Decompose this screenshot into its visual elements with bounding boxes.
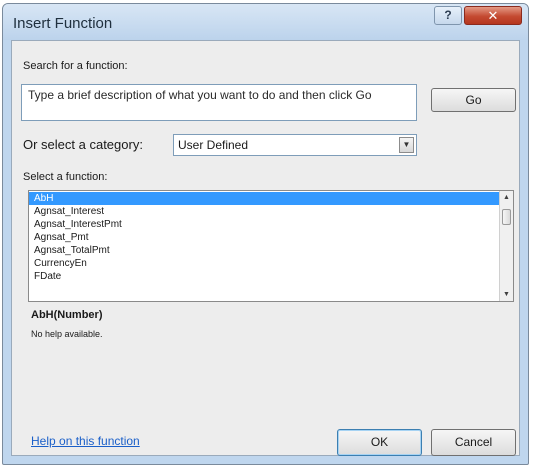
- insert-function-dialog: Insert Function ? ✕ Search for a functio…: [2, 3, 529, 465]
- function-syntax: AbH(Number): [31, 309, 103, 321]
- dialog-title: Insert Function: [13, 15, 113, 32]
- dialog-body: Search for a function: Type a brief desc…: [11, 40, 520, 456]
- title-bar[interactable]: Insert Function ? ✕: [3, 4, 528, 40]
- question-mark-icon: ?: [444, 8, 452, 22]
- function-list-label: Select a function:: [23, 171, 108, 183]
- function-list[interactable]: AbH Agnsat_Interest Agnsat_InterestPmt A…: [28, 190, 514, 302]
- help-button[interactable]: ?: [434, 6, 462, 25]
- close-icon: ✕: [487, 8, 499, 23]
- category-select[interactable]: User Defined ▼: [173, 134, 417, 156]
- category-label: Or select a category:: [23, 137, 143, 152]
- scroll-up-icon[interactable]: ▲: [500, 191, 513, 204]
- list-item-selected[interactable]: AbH: [29, 192, 499, 205]
- go-button[interactable]: Go: [431, 88, 516, 112]
- search-input[interactable]: Type a brief description of what you wan…: [21, 84, 417, 121]
- dropdown-arrow-icon[interactable]: ▼: [399, 137, 414, 153]
- list-scrollbar[interactable]: ▲ ▼: [499, 191, 513, 301]
- help-on-function-link[interactable]: Help on this function: [31, 434, 140, 448]
- search-label: Search for a function:: [23, 60, 128, 72]
- close-button[interactable]: ✕: [464, 6, 522, 25]
- function-description: No help available.: [31, 329, 103, 339]
- list-item[interactable]: Agnsat_Interest: [29, 205, 499, 218]
- cancel-button[interactable]: Cancel: [431, 429, 516, 456]
- function-list-items: AbH Agnsat_Interest Agnsat_InterestPmt A…: [29, 192, 499, 301]
- scroll-thumb[interactable]: [502, 209, 511, 225]
- list-item[interactable]: Agnsat_TotalPmt: [29, 244, 499, 257]
- list-item[interactable]: Agnsat_Pmt: [29, 231, 499, 244]
- scroll-down-icon[interactable]: ▼: [500, 288, 513, 301]
- category-value: User Defined: [178, 138, 249, 152]
- list-item[interactable]: Agnsat_InterestPmt: [29, 218, 499, 231]
- ok-button[interactable]: OK: [337, 429, 422, 456]
- list-item[interactable]: FDate: [29, 270, 499, 283]
- list-item[interactable]: CurrencyEn: [29, 257, 499, 270]
